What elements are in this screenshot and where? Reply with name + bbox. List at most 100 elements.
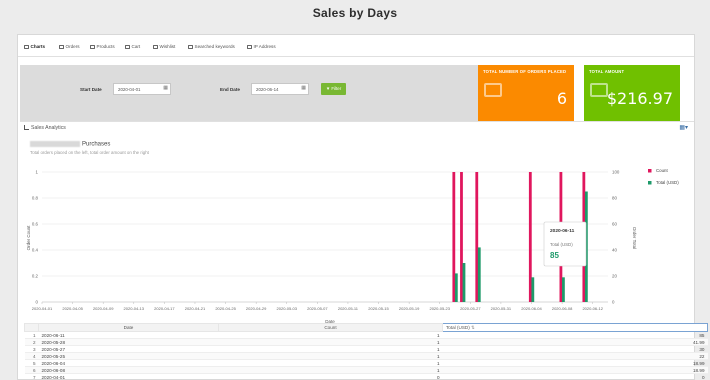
table-row[interactable]: 1 2020-06-11 1 85 <box>24 331 708 339</box>
start-date-input[interactable]: 2020-04-01 ▦ <box>113 83 171 95</box>
row-date: 2020-05-27 <box>38 345 219 353</box>
x-tick-label: 2020-05-31 <box>491 306 512 311</box>
end-date-input[interactable]: 2020-06-14 ▦ <box>251 83 309 95</box>
row-date: 2020-04-01 <box>38 373 219 380</box>
row-count: 1 <box>218 345 443 353</box>
x-tick-label: 2020-05-19 <box>399 306 420 311</box>
tab-cart[interactable]: Cart <box>125 44 140 49</box>
row-total: 18.99 <box>442 366 708 374</box>
x-tick-label: 2020-05-07 <box>307 306 328 311</box>
x-tick-label: 2020-04-09 <box>93 306 114 311</box>
orders-count-value: 6 <box>556 89 567 108</box>
tab-products[interactable]: Products <box>90 44 115 49</box>
end-date-label: End Date <box>220 87 240 92</box>
chart-tooltip: 2020-06-11 Total (USD) 85 <box>543 221 587 267</box>
redacted-store-name <box>30 141 80 147</box>
total-amount-value: $216.97 <box>606 89 673 108</box>
right-tick-label: 20 <box>612 274 617 279</box>
right-tick-label: 60 <box>612 222 617 227</box>
calendar-icon[interactable]: ▦ <box>301 86 306 91</box>
left-tick-label: 0.8 <box>32 196 39 201</box>
total-bar <box>454 273 458 302</box>
x-tick-label: 2020-06-04 <box>521 306 542 311</box>
bar-chart-icon <box>24 44 29 49</box>
tab-ip-address[interactable]: IP Address <box>247 44 276 49</box>
x-tick-label: 2020-05-27 <box>460 306 481 311</box>
legend-label: Total (USD) <box>656 180 679 185</box>
total-bar <box>562 277 565 302</box>
calendar-icon[interactable]: ▦ <box>163 86 168 91</box>
tab-wishlist[interactable]: Wishlist <box>153 44 175 49</box>
row-count: 1 <box>218 359 443 367</box>
right-tick-label: 0 <box>612 300 615 305</box>
sort-icon[interactable]: ⇅ <box>471 325 475 330</box>
row-index: 4 <box>24 352 39 360</box>
right-tick-label: 80 <box>612 196 617 201</box>
table-header-date[interactable]: Date <box>38 323 219 332</box>
filter-button[interactable]: ▼ Filter <box>321 83 346 95</box>
tab-charts[interactable]: Charts <box>20 35 49 59</box>
x-tick-label: 2020-04-25 <box>215 306 236 311</box>
row-date: 2020-06-04 <box>38 359 219 367</box>
count-bar <box>460 172 463 302</box>
table-row[interactable]: 5 2020-06-04 1 18.99 <box>24 359 708 367</box>
table-row[interactable]: 3 2020-05-27 1 30 <box>24 345 708 353</box>
x-tick-label: 2020-04-01 <box>32 306 53 311</box>
tab-bar: Charts Orders Products Cart Wishlist Sea… <box>18 35 694 59</box>
date-filter-bar: Start Date 2020-04-01 ▦ End Date 2020-06-… <box>20 65 478 121</box>
x-tick-label: 2020-04-21 <box>185 306 206 311</box>
orders-count-label: TOTAL NUMBER OF ORDERS PLACED <box>483 69 567 74</box>
row-total: 22 <box>442 352 708 360</box>
tab-searched-keywords[interactable]: Searched keywords <box>188 44 235 49</box>
x-tick-label: 2020-06-12 <box>582 306 603 311</box>
tooltip-date: 2020-06-11 <box>550 228 575 234</box>
sales-table: Date Count Total (USD) ⇅ 1 2020-06-11 1 85 2… <box>24 323 708 380</box>
table-row[interactable]: 6 2020-06-08 1 18.99 <box>24 366 708 374</box>
chart-legend: Count Total (USD) <box>648 168 679 185</box>
bar-chart-icon <box>24 125 29 131</box>
row-total: 0 <box>442 373 708 380</box>
right-axis-label: Order Total <box>632 227 637 249</box>
right-axis-ticks: 0 20 40 60 80 100 <box>612 170 620 305</box>
page-title: Sales by Days <box>312 6 398 20</box>
total-amount-card: TOTAL AMOUNT $216.97 <box>584 65 680 121</box>
row-index: 2 <box>24 338 39 346</box>
legend-swatch <box>648 169 652 173</box>
credit-card-icon <box>590 83 608 97</box>
row-index: 6 <box>24 366 39 374</box>
report-panel: Charts Orders Products Cart Wishlist Sea… <box>17 34 708 380</box>
count-bar <box>528 172 532 302</box>
x-tick-label: 2020-05-11 <box>338 306 359 311</box>
table-header-count[interactable]: Count <box>218 323 443 332</box>
x-axis-ticks: 2020-04-01 2020-04-05 2020-04-09 2020-04-13… <box>32 306 604 311</box>
row-total: 41.99 <box>442 338 708 346</box>
chart-grid <box>41 171 608 304</box>
table-row[interactable]: 4 2020-05-25 1 22 <box>24 352 708 360</box>
row-index: 7 <box>24 373 39 380</box>
row-date: 2020-05-25 <box>38 352 219 360</box>
globe-icon <box>247 44 252 49</box>
orders-count-card: TOTAL NUMBER OF ORDERS PLACED 6 <box>478 65 574 121</box>
table-header-total[interactable]: Total (USD) ⇅ <box>442 323 708 332</box>
row-count: 1 <box>218 338 443 346</box>
list-icon <box>90 44 95 49</box>
total-bar <box>531 277 535 302</box>
tooltip-label: Total (USD) <box>550 242 573 247</box>
cart-icon <box>125 44 130 49</box>
legend-label: Count <box>656 168 668 173</box>
left-axis-label: Order Count <box>26 225 31 251</box>
row-date: 2020-05-28 <box>38 338 219 346</box>
row-count: 1 <box>218 331 443 339</box>
legend-swatch <box>648 181 652 185</box>
calendar-dropdown-icon[interactable]: ▦▾ <box>679 124 688 131</box>
table-header-row: Date Count Total (USD) ⇅ <box>24 323 708 332</box>
left-tick-label: 0.4 <box>32 248 39 253</box>
row-count: 0 <box>218 373 443 380</box>
row-count: 1 <box>218 352 443 360</box>
table-row[interactable]: 2 2020-05-28 1 41.99 <box>24 338 708 346</box>
row-date: 2020-06-11 <box>38 331 219 339</box>
table-row[interactable]: 7 2020-04-01 0 0 <box>24 373 708 380</box>
left-axis-ticks: 0 0.2 0.4 0.6 0.8 1 <box>32 170 39 305</box>
right-tick-label: 100 <box>612 170 620 175</box>
tab-orders[interactable]: Orders <box>59 44 80 49</box>
